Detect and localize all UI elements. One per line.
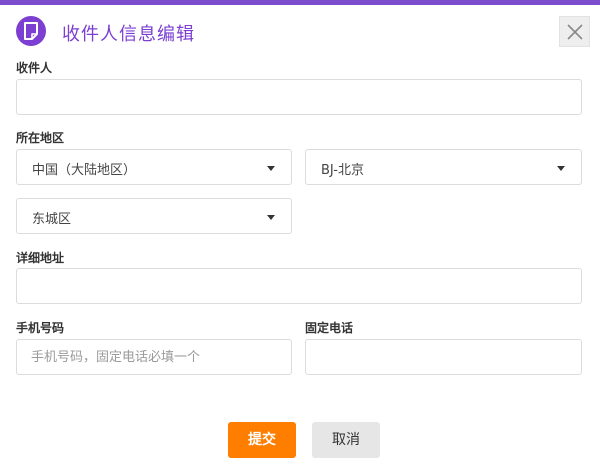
close-icon	[567, 24, 583, 40]
province-select-value: BJ-北京	[321, 163, 364, 178]
recipient-input[interactable]	[16, 79, 582, 115]
address-input[interactable]	[16, 268, 582, 304]
cancel-button[interactable]: 取消	[312, 422, 380, 458]
landline-input[interactable]	[305, 339, 582, 375]
province-select[interactable]: BJ-北京	[305, 149, 582, 185]
chevron-down-icon	[557, 166, 565, 171]
country-select-value: 中国（大陆地区）	[32, 163, 137, 178]
chevron-down-icon	[267, 166, 275, 171]
dialog-header: 收件人信息编辑	[0, 5, 600, 55]
region-label: 所在地区	[16, 131, 65, 145]
address-label: 详细地址	[16, 251, 65, 265]
submit-button[interactable]: 提交	[228, 422, 296, 458]
district-select-value: 东城区	[32, 212, 72, 227]
document-icon	[16, 16, 46, 46]
mobile-label: 手机号码	[16, 321, 65, 335]
mobile-input[interactable]	[16, 339, 292, 375]
landline-label: 固定电话	[305, 321, 354, 335]
close-button[interactable]	[559, 16, 590, 47]
country-select[interactable]: 中国（大陆地区）	[16, 149, 292, 185]
dialog-title: 收件人信息编辑	[62, 24, 195, 45]
chevron-down-icon	[267, 215, 275, 220]
district-select[interactable]: 东城区	[16, 198, 292, 234]
recipient-label: 收件人	[16, 61, 53, 75]
